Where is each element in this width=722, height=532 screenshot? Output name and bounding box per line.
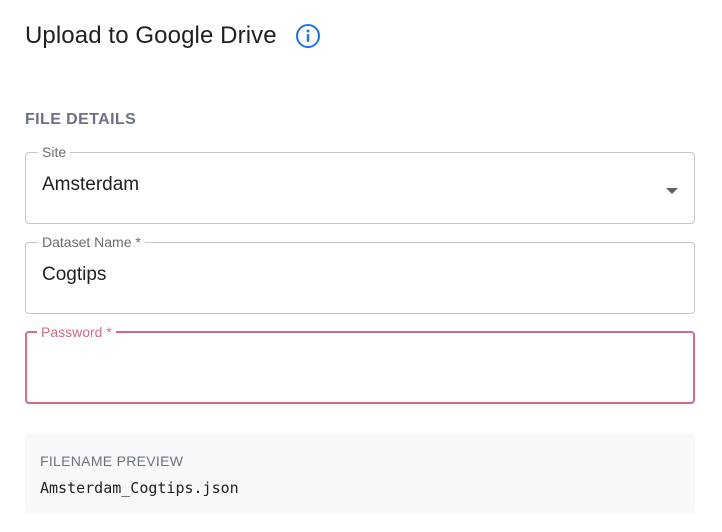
filename-preview-value: Amsterdam_Cogtips.json	[40, 479, 239, 497]
site-selected-value: Amsterdam	[42, 174, 140, 195]
filename-preview-label: FILENAME PREVIEW	[40, 453, 184, 469]
dialog-header: Upload to Google Drive	[25, 19, 321, 53]
dataset-name-label: Dataset Name *	[42, 234, 141, 250]
info-button[interactable]	[295, 23, 321, 49]
filename-preview-box: FILENAME PREVIEW Amsterdam_Cogtips.json	[25, 434, 695, 513]
password-input[interactable]	[42, 353, 678, 377]
site-label: Site	[42, 144, 67, 160]
caret-down-icon[interactable]	[666, 188, 678, 194]
page-title: Upload to Google Drive	[25, 22, 277, 49]
password-label: Password *	[41, 324, 112, 340]
site-select[interactable]: Site Amsterdam	[25, 145, 695, 224]
section-heading-file-details: FILE DETAILS	[25, 111, 137, 128]
info-circle-icon	[295, 24, 320, 48]
dataset-name-field[interactable]: Dataset Name * Cogtips	[25, 235, 695, 314]
password-field[interactable]: Password *	[25, 325, 695, 404]
dataset-name-value[interactable]: Cogtips	[42, 249, 678, 287]
